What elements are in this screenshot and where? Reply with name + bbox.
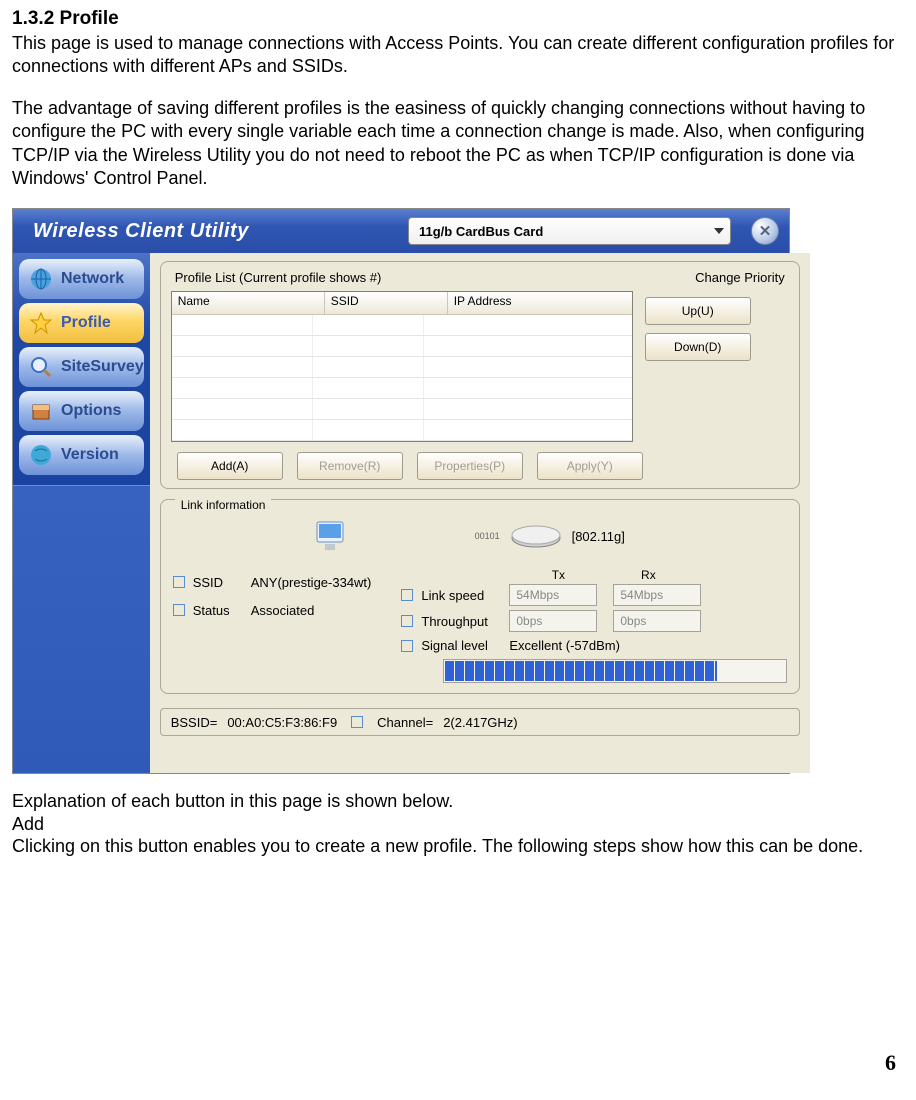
throughput-tx: 0bps xyxy=(509,610,597,632)
nav-options[interactable]: Options xyxy=(19,391,144,431)
device-select[interactable]: 11g/b CardBus Card xyxy=(408,217,731,245)
chevron-down-icon xyxy=(714,228,724,234)
bssid-prefix: BSSID= xyxy=(171,715,218,730)
bssid-value: 00:A0:C5:F3:86:F9 xyxy=(227,715,337,730)
globe-icon xyxy=(27,265,55,293)
ssid-value: ANY(prestige-334wt) xyxy=(251,575,372,590)
grid-header: Name SSID IP Address xyxy=(172,292,632,315)
signal-value: Excellent (-57dBm) xyxy=(509,638,620,653)
utility-window: Wireless Client Utility 11g/b CardBus Ca… xyxy=(12,208,790,774)
nav-profile[interactable]: Profile xyxy=(19,303,144,343)
monitor-icon xyxy=(313,518,353,554)
profile-list-label: Profile List (Current profile shows #) xyxy=(175,270,382,285)
channel-value: 2(2.417GHz) xyxy=(443,715,517,730)
close-icon: ✕ xyxy=(759,222,772,240)
col-name[interactable]: Name xyxy=(172,292,325,314)
profile-grid[interactable]: Name SSID IP Address xyxy=(171,291,633,442)
intro-paragraph-2: The advantage of saving different profil… xyxy=(12,97,904,191)
properties-button[interactable]: Properties(P) xyxy=(417,452,523,480)
binary-label: 00101 xyxy=(475,531,500,541)
device-selected-value: 11g/b CardBus Card xyxy=(419,224,543,239)
section-title: 1.3.2 Profile xyxy=(12,8,904,30)
close-button[interactable]: ✕ xyxy=(751,217,779,245)
bullet-icon xyxy=(173,604,185,616)
stats-table: Tx Rx Link speed 54Mbps 54Mbps Throughpu… xyxy=(401,568,709,653)
explain-heading: Explanation of each button in this page … xyxy=(12,790,904,813)
box-icon xyxy=(27,397,55,425)
nav-sitesurvey[interactable]: SiteSurvey xyxy=(19,347,144,387)
linkspeed-label: Link speed xyxy=(421,588,501,603)
card-icon xyxy=(508,522,564,550)
add-button[interactable]: Add(A) xyxy=(177,452,283,480)
bullet-icon xyxy=(401,615,413,627)
signal-progress xyxy=(443,659,787,683)
remove-button[interactable]: Remove(R) xyxy=(297,452,403,480)
rx-header: Rx xyxy=(603,568,693,582)
globe-icon xyxy=(27,441,55,469)
star-icon xyxy=(27,309,55,337)
signal-label: Signal level xyxy=(421,638,501,653)
channel-prefix: Channel= xyxy=(377,715,433,730)
sidebar: Network Profile SiteSurvey Options xyxy=(13,253,150,773)
change-priority-label: Change Priority xyxy=(695,270,785,285)
add-heading: Add xyxy=(12,814,904,835)
intro-paragraph-1: This page is used to manage connections … xyxy=(12,32,904,79)
throughput-rx: 0bps xyxy=(613,610,701,632)
mode-text: [802.11g] xyxy=(572,529,625,544)
add-description: Clicking on this button enables you to c… xyxy=(12,835,904,858)
titlebar: Wireless Client Utility 11g/b CardBus Ca… xyxy=(13,209,789,253)
throughput-label: Throughput xyxy=(421,614,501,629)
col-ip[interactable]: IP Address xyxy=(448,292,632,314)
linkspeed-rx: 54Mbps xyxy=(613,584,701,606)
up-button[interactable]: Up(U) xyxy=(645,297,751,325)
status-label: Status xyxy=(193,603,243,618)
signal-progress-fill xyxy=(445,661,717,681)
linkspeed-tx: 54Mbps xyxy=(509,584,597,606)
down-button[interactable]: Down(D) xyxy=(645,333,751,361)
status-bar: BSSID= 00:A0:C5:F3:86:F9 Channel= 2(2.41… xyxy=(160,708,800,736)
link-panel: Link information 00101 [802.11g] xyxy=(160,499,800,694)
link-info-table: SSID ANY(prestige-334wt) Status Associat… xyxy=(173,568,372,653)
tx-header: Tx xyxy=(513,568,603,582)
link-legend: Link information xyxy=(175,498,272,512)
nav-network[interactable]: Network xyxy=(19,259,144,299)
bullet-icon xyxy=(401,589,413,601)
bullet-icon xyxy=(401,640,413,652)
content-area: Profile List (Current profile shows #) C… xyxy=(150,253,810,773)
col-ssid[interactable]: SSID xyxy=(325,292,448,314)
profile-panel: Profile List (Current profile shows #) C… xyxy=(160,261,800,489)
app-title: Wireless Client Utility xyxy=(33,220,249,243)
ssid-label: SSID xyxy=(193,575,243,590)
magnifier-icon xyxy=(27,353,55,381)
page-number: 6 xyxy=(885,1050,896,1076)
nav-version[interactable]: Version xyxy=(19,435,144,475)
bullet-icon xyxy=(173,576,185,588)
bullet-icon xyxy=(351,716,363,728)
status-value: Associated xyxy=(251,603,315,618)
apply-button[interactable]: Apply(Y) xyxy=(537,452,643,480)
